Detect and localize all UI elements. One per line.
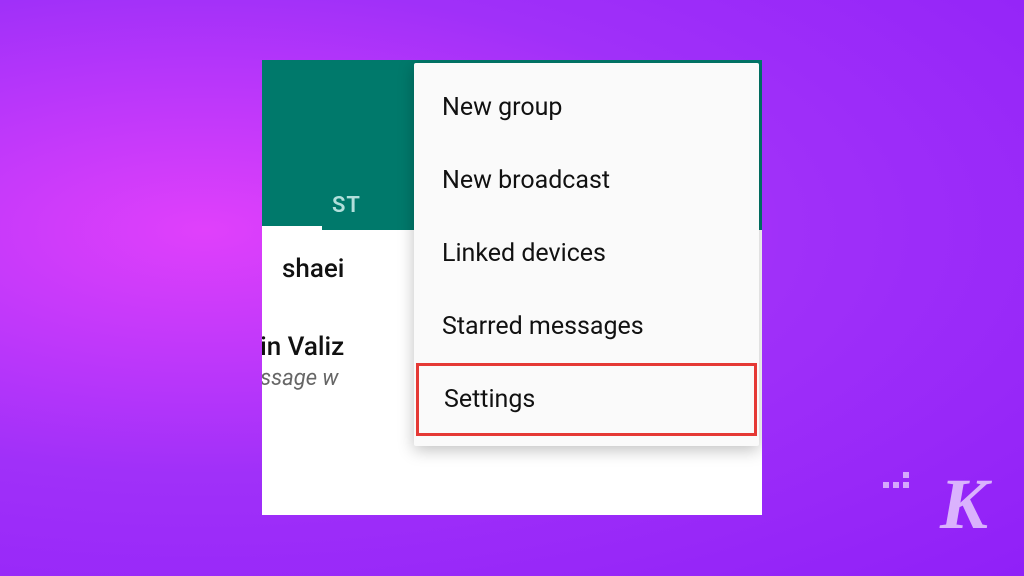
tab-indicator xyxy=(262,226,322,230)
menu-item-new-group[interactable]: New group xyxy=(414,71,759,144)
watermark-decoration xyxy=(883,472,909,488)
menu-item-settings[interactable]: Settings xyxy=(416,363,757,436)
menu-item-starred-messages[interactable]: Starred messages xyxy=(414,290,759,363)
whatsapp-screenshot: ST shaei erin Valiz nessage w New group … xyxy=(262,60,762,515)
menu-item-linked-devices[interactable]: Linked devices xyxy=(414,217,759,290)
overflow-menu: New group New broadcast Linked devices S… xyxy=(414,63,759,446)
watermark-logo: K xyxy=(940,463,984,546)
tab-status-partial[interactable]: ST xyxy=(332,193,361,218)
menu-item-new-broadcast[interactable]: New broadcast xyxy=(414,144,759,217)
